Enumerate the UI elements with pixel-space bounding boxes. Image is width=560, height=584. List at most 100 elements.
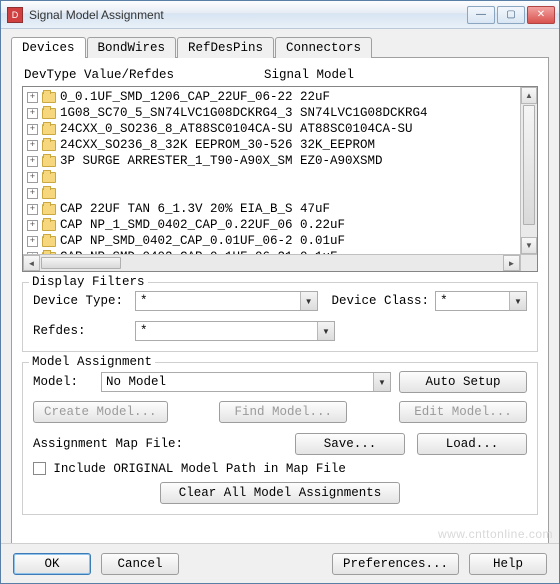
tree-row[interactable]: + CAP NP_1_SMD_0402_CAP_0.22UF_06 0.22uF (25, 217, 517, 233)
tab-refdespins[interactable]: RefDesPins (177, 37, 274, 58)
tab-devices[interactable]: Devices (11, 37, 86, 58)
folder-icon (42, 140, 56, 151)
scroll-right-icon[interactable]: ► (503, 255, 520, 271)
clear-all-button[interactable]: Clear All Model Assignments (160, 482, 400, 504)
expand-icon[interactable]: + (27, 140, 38, 151)
save-map-button[interactable]: Save... (295, 433, 405, 455)
tree-row[interactable]: + (25, 169, 517, 185)
edit-model-button[interactable]: Edit Model... (399, 401, 527, 423)
col-devtype: DevType Value/Refdes (24, 68, 264, 82)
folder-icon (42, 172, 56, 183)
expand-icon[interactable]: + (27, 156, 38, 167)
col-signalmodel: Signal Model (264, 68, 354, 82)
tree-row-text: 0_0.1UF_SMD_1206_CAP_22UF_06-22 22uF (60, 90, 330, 104)
refdes-value: * (140, 324, 148, 338)
tree-row[interactable]: +0_0.1UF_SMD_1206_CAP_22UF_06-22 22uF (25, 89, 517, 105)
expand-icon[interactable]: + (27, 204, 38, 215)
titlebar: D Signal Model Assignment — ▢ ✕ (1, 1, 559, 29)
folder-icon (42, 188, 56, 199)
chevron-down-icon[interactable]: ▼ (509, 292, 526, 310)
tab-bondwires[interactable]: BondWires (87, 37, 177, 58)
folder-icon (42, 92, 56, 103)
device-tree[interactable]: +0_0.1UF_SMD_1206_CAP_22UF_06-22 22uF+1G… (22, 86, 538, 272)
window-buttons: — ▢ ✕ (467, 6, 555, 24)
tree-row[interactable]: +24CXX_SO236_8_32K EEPROM_30-526 32K_EEP… (25, 137, 517, 153)
tree-row-text: CAP NP_SMD_0402_CAP_0.01UF_06-2 0.01uF (60, 234, 345, 248)
hscroll-thumb[interactable] (41, 257, 121, 269)
device-class-combo[interactable]: * ▼ (435, 291, 527, 311)
folder-icon (42, 108, 56, 119)
expand-icon[interactable]: + (27, 108, 38, 119)
tree-row-text: CAP 22UF TAN 6_1.3V 20% EIA_B_S 47uF (60, 202, 330, 216)
model-assignment-group: Model Assignment Model: No Model ▼ Auto … (22, 362, 538, 515)
window-title: Signal Model Assignment (29, 8, 467, 22)
scroll-left-icon[interactable]: ◄ (23, 255, 40, 271)
folder-icon (42, 124, 56, 135)
tree-row[interactable]: +24CXX_0_SO236_8_AT88SC0104CA-SU AT88SC0… (25, 121, 517, 137)
model-label: Model: (33, 375, 93, 389)
close-button[interactable]: ✕ (527, 6, 555, 24)
display-filters-title: Display Filters (29, 275, 148, 289)
tree-row-text: 24CXX_SO236_8_32K EEPROM_30-526 32K_EEPR… (60, 138, 375, 152)
model-value: No Model (106, 375, 166, 389)
tabstrip: Devices BondWires RefDesPins Connectors (11, 37, 549, 58)
tree-row-text: CAP NP_1_SMD_0402_CAP_0.22UF_06 0.22uF (60, 218, 345, 232)
minimize-button[interactable]: — (467, 6, 495, 24)
tree-row[interactable]: + (25, 185, 517, 201)
cancel-button[interactable]: Cancel (101, 553, 179, 575)
folder-icon (42, 220, 56, 231)
find-model-button[interactable]: Find Model... (219, 401, 347, 423)
chevron-down-icon[interactable]: ▼ (300, 292, 317, 310)
tree-row[interactable]: + CAP NP_SMD_0402_CAP_0.01UF_06-2 0.01uF (25, 233, 517, 249)
tree-row[interactable]: + CAP 22UF TAN 6_1.3V 20% EIA_B_S 47uF (25, 201, 517, 217)
device-type-label: Device Type: (33, 294, 129, 308)
window: D Signal Model Assignment — ▢ ✕ Devices … (0, 0, 560, 584)
help-button[interactable]: Help (469, 553, 547, 575)
horizontal-scrollbar[interactable]: ◄ ► (23, 254, 520, 271)
auto-setup-button[interactable]: Auto Setup (399, 371, 527, 393)
expand-icon[interactable]: + (27, 124, 38, 135)
app-icon: D (7, 7, 23, 23)
scroll-up-icon[interactable]: ▲ (521, 87, 537, 104)
tree-row-text: 1G08_SC70_5_SN74LVC1G08DCKRG4_3 SN74LVC1… (60, 106, 428, 120)
tab-pane: DevType Value/Refdes Signal Model +0_0.1… (11, 57, 549, 549)
ok-button[interactable]: OK (13, 553, 91, 575)
folder-icon (42, 156, 56, 167)
expand-icon[interactable]: + (27, 92, 38, 103)
include-original-checkbox[interactable] (33, 462, 46, 475)
expand-icon[interactable]: + (27, 220, 38, 231)
refdes-combo[interactable]: * ▼ (135, 321, 335, 341)
expand-icon[interactable]: + (27, 188, 38, 199)
tree-header: DevType Value/Refdes Signal Model (24, 68, 538, 82)
expand-icon[interactable]: + (27, 236, 38, 247)
device-class-value: * (440, 294, 448, 308)
scroll-corner (520, 254, 537, 271)
vscroll-thumb[interactable] (523, 105, 535, 225)
scroll-down-icon[interactable]: ▼ (521, 237, 537, 254)
expand-icon[interactable]: + (27, 172, 38, 183)
folder-icon (42, 236, 56, 247)
include-original-label: Include ORIGINAL Model Path in Map File (53, 462, 346, 476)
tree-row-text: 24CXX_0_SO236_8_AT88SC0104CA-SU AT88SC01… (60, 122, 413, 136)
refdes-label: Refdes: (33, 324, 129, 338)
preferences-button[interactable]: Preferences... (332, 553, 459, 575)
create-model-button[interactable]: Create Model... (33, 401, 168, 423)
tree-row[interactable]: +3P SURGE ARRESTER_1_T90-A90X_SM EZ0-A90… (25, 153, 517, 169)
load-map-button[interactable]: Load... (417, 433, 527, 455)
device-class-label: Device Class: (332, 294, 430, 308)
chevron-down-icon[interactable]: ▼ (317, 322, 334, 340)
maximize-button[interactable]: ▢ (497, 6, 525, 24)
device-type-combo[interactable]: * ▼ (135, 291, 318, 311)
vertical-scrollbar[interactable]: ▲ ▼ (520, 87, 537, 254)
folder-icon (42, 204, 56, 215)
model-assignment-title: Model Assignment (29, 355, 155, 369)
map-file-label: Assignment Map File: (33, 437, 183, 451)
device-type-value: * (140, 294, 148, 308)
model-combo[interactable]: No Model ▼ (101, 372, 391, 392)
tree-row[interactable]: +1G08_SC70_5_SN74LVC1G08DCKRG4_3 SN74LVC… (25, 105, 517, 121)
display-filters-group: Display Filters Device Type: * ▼ Device … (22, 282, 538, 352)
chevron-down-icon[interactable]: ▼ (373, 373, 390, 391)
tree-row-text: 3P SURGE ARRESTER_1_T90-A90X_SM EZ0-A90X… (60, 154, 383, 168)
content: Devices BondWires RefDesPins Connectors … (1, 29, 559, 557)
tab-connectors[interactable]: Connectors (275, 37, 372, 58)
